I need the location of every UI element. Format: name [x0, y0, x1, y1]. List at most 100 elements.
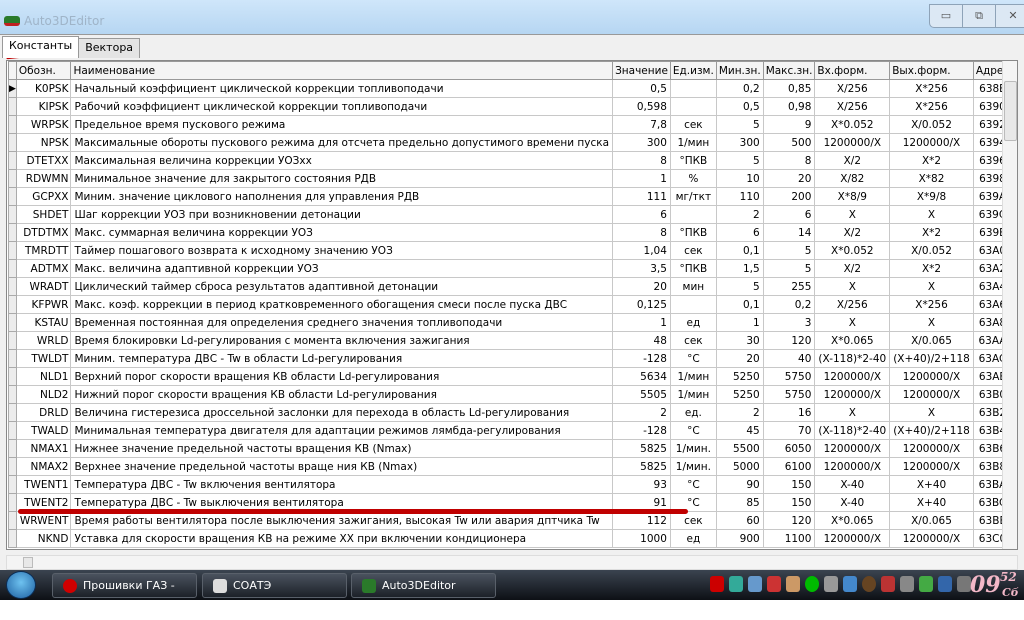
cell[interactable]: 5750 — [762, 367, 816, 386]
cell[interactable]: 5500 — [715, 439, 764, 458]
cell[interactable]: 5 — [762, 259, 816, 278]
cell[interactable]: Верхнее значение предельной частоты вращ… — [70, 457, 614, 476]
taskbar-item-auto3deditor[interactable]: Auto3DEditor — [351, 573, 496, 598]
cell[interactable]: 1200000/X — [814, 385, 891, 404]
cell[interactable]: (X+40)/2+118 — [889, 421, 974, 440]
cell[interactable]: X — [814, 205, 891, 224]
cell[interactable]: ADTMX — [15, 259, 72, 278]
cell[interactable]: X/2 — [814, 223, 891, 242]
cell[interactable]: 110 — [715, 187, 764, 206]
cell[interactable]: X/2 — [814, 259, 891, 278]
cell[interactable]: 7,8 — [612, 115, 671, 134]
cell[interactable]: 1200000/X — [889, 367, 974, 386]
column-header[interactable] — [8, 61, 17, 80]
current-row-indicator[interactable]: ▶ — [8, 79, 17, 98]
monitor-icon[interactable] — [957, 576, 971, 592]
cell[interactable]: 6 — [762, 205, 816, 224]
cell[interactable]: 2 — [715, 205, 764, 224]
cell[interactable]: 2 — [715, 403, 764, 422]
cell[interactable]: Температура ДВС - Tw включения вентилято… — [70, 475, 614, 494]
cell[interactable]: Циклический таймер сброса результатов ад… — [70, 277, 614, 296]
cell[interactable]: 200 — [762, 187, 816, 206]
language-flag-icon[interactable] — [881, 576, 895, 592]
cell[interactable]: X/82 — [814, 169, 891, 188]
cell[interactable]: X/256 — [814, 295, 891, 314]
cell[interactable]: Таймер пошагового возврата к исходному з… — [70, 241, 614, 260]
cell[interactable]: X — [814, 403, 891, 422]
cell[interactable]: ед — [669, 313, 717, 332]
cell[interactable]: X+40 — [889, 475, 974, 494]
cell[interactable]: 70 — [762, 421, 816, 440]
cell[interactable]: X+40 — [889, 493, 974, 512]
cell[interactable]: 8 — [612, 151, 671, 170]
row-selector[interactable] — [8, 457, 17, 476]
column-header[interactable]: Ед.изм. — [669, 61, 717, 80]
cell[interactable] — [669, 205, 717, 224]
table-row[interactable]: TWENT1 Температура ДВС - Tw включения вен… — [8, 475, 1017, 494]
cell[interactable]: Минимальное значение для закрытого состо… — [70, 169, 614, 188]
table-row[interactable]: NKND Уставка для скорости вращения КВ на … — [8, 529, 1017, 548]
cell[interactable]: Верхний порог скорости вращения КВ облас… — [70, 367, 614, 386]
cell[interactable]: 5000 — [715, 457, 764, 476]
cell[interactable]: 20 — [762, 169, 816, 188]
row-selector[interactable] — [8, 313, 17, 332]
table-row[interactable]: ADTMX Макс. величина адаптивной коррекции… — [8, 259, 1017, 278]
cell[interactable]: X*0.052 — [814, 115, 891, 134]
cell[interactable]: X*0.065 — [814, 331, 891, 350]
cell[interactable]: Предельное время пускового режима — [70, 115, 614, 134]
row-selector[interactable] — [8, 511, 17, 530]
at-icon[interactable] — [805, 576, 819, 592]
cell[interactable]: мг/ткт — [669, 187, 717, 206]
table-row[interactable]: GCPXX Миним. значение циклового наполнени… — [8, 187, 1017, 206]
cell[interactable]: ед — [669, 529, 717, 548]
cell[interactable]: 5 — [715, 115, 764, 134]
table-row[interactable]: SHDET Шаг коррекции УОЗ при возникновении… — [8, 205, 1017, 224]
cell[interactable]: NLD2 — [15, 385, 72, 404]
cell[interactable]: NPSK — [15, 133, 72, 152]
cell[interactable]: 8 — [612, 223, 671, 242]
cell[interactable]: 85 — [715, 493, 764, 512]
sort-icon[interactable] — [843, 576, 857, 592]
cell[interactable]: X/256 — [814, 79, 891, 98]
cell[interactable]: Макс. суммарная величина коррекции УОЗ — [70, 223, 614, 242]
cell[interactable]: SHDET — [15, 205, 72, 224]
cell[interactable]: 0,2 — [762, 295, 816, 314]
cell[interactable]: 2 — [612, 403, 671, 422]
cell[interactable]: Уставка для скорости вращения КВ на режи… — [70, 529, 614, 548]
cell[interactable]: X*2 — [889, 259, 974, 278]
row-selector[interactable] — [8, 475, 17, 494]
cell[interactable]: 0,125 — [612, 295, 671, 314]
cell[interactable]: 5825 — [612, 457, 671, 476]
cell[interactable]: 6 — [715, 223, 764, 242]
antivirus-icon[interactable] — [767, 576, 781, 592]
cell[interactable]: 120 — [762, 331, 816, 350]
cell[interactable]: 30 — [715, 331, 764, 350]
cell[interactable]: 1,04 — [612, 241, 671, 260]
column-header[interactable]: Макс.зн. — [762, 61, 816, 80]
cell[interactable]: (X-118)*2-40 — [814, 349, 891, 368]
cell[interactable]: WRADT — [15, 277, 72, 296]
cell[interactable]: TWENT1 — [15, 475, 72, 494]
cell[interactable]: DTDTMX — [15, 223, 72, 242]
table-row[interactable]: KSTAU Временная постоянная для определени… — [8, 313, 1017, 332]
row-selector[interactable] — [8, 259, 17, 278]
cell[interactable]: 900 — [715, 529, 764, 548]
cell[interactable]: X — [889, 205, 974, 224]
table-row[interactable]: NMAX1 Нижнее значение предельной частоты … — [8, 439, 1017, 458]
cell[interactable]: NLD1 — [15, 367, 72, 386]
table-row[interactable]: WRPSK Предельное время пускового режима 7,… — [8, 115, 1017, 134]
cell[interactable]: DRLD — [15, 403, 72, 422]
cell[interactable]: Максимальная величина коррекции УОЗхх — [70, 151, 614, 170]
cell[interactable]: 5 — [715, 277, 764, 296]
cell[interactable]: 5634 — [612, 367, 671, 386]
row-selector[interactable] — [8, 115, 17, 134]
cell[interactable]: 5505 — [612, 385, 671, 404]
cell[interactable]: 20 — [715, 349, 764, 368]
cell[interactable]: X/0.052 — [889, 115, 974, 134]
cell[interactable]: KIPSK — [15, 97, 72, 116]
cell[interactable]: X*256 — [889, 97, 974, 116]
cell[interactable]: ед. — [669, 403, 717, 422]
cell[interactable]: 1 — [612, 313, 671, 332]
cell[interactable]: TMRDTT — [15, 241, 72, 260]
cell[interactable]: X/0.065 — [889, 511, 974, 530]
